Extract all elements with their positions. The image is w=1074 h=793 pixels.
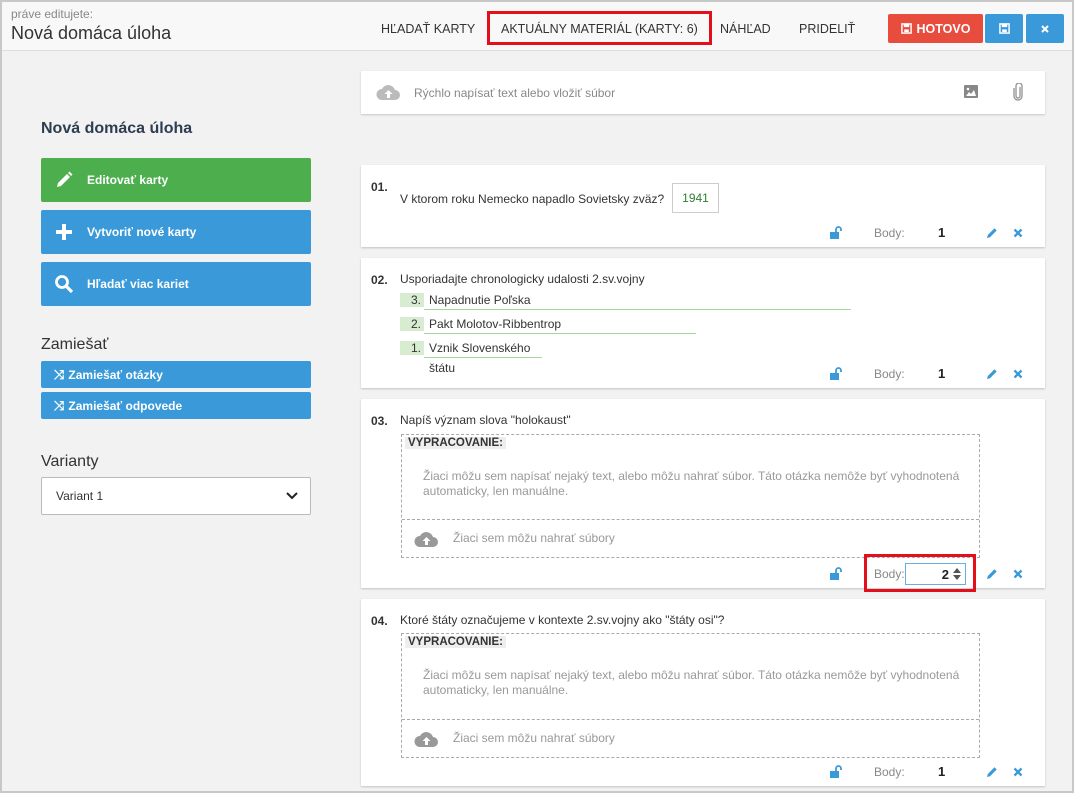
cloud-upload-icon bbox=[376, 85, 400, 100]
unlock-icon[interactable] bbox=[829, 367, 843, 381]
shuffle-answers-label: Zamiešať odpovede bbox=[68, 398, 183, 413]
card-footer: Body: 1 bbox=[361, 762, 1045, 782]
pencil-icon bbox=[41, 170, 87, 190]
upload-area[interactable]: Žiaci sem môžu nahrať súbory bbox=[402, 719, 979, 757]
essay-label: VYPRACOVANIE: bbox=[405, 437, 506, 449]
edit-cards-label: Editovať karty bbox=[87, 173, 169, 187]
close-icon bbox=[1041, 24, 1049, 33]
pencil-icon[interactable] bbox=[985, 765, 999, 779]
chevron-down-icon bbox=[286, 492, 298, 500]
create-cards-button[interactable]: Vytvoriť nové karty bbox=[41, 210, 311, 254]
cloud-upload-icon bbox=[414, 532, 438, 547]
close-icon[interactable] bbox=[1011, 367, 1025, 381]
points-value[interactable]: 1 bbox=[938, 764, 945, 779]
order-text: Pakt Molotov-Ribbentrop bbox=[424, 314, 696, 334]
variant-select[interactable]: Variant 1 bbox=[41, 477, 311, 515]
close-icon[interactable] bbox=[1011, 765, 1025, 779]
order-item[interactable]: 1. Vznik Slovenského štátu bbox=[400, 338, 542, 375]
order-number: 1. bbox=[400, 341, 424, 355]
question-number: 01. bbox=[371, 180, 388, 194]
pencil-icon[interactable] bbox=[985, 226, 999, 240]
order-text: Napadnutie Poľska bbox=[424, 290, 851, 310]
shuffle-questions-button[interactable]: ⤨ Zamiešať otázky bbox=[41, 361, 311, 388]
tab-preview[interactable]: NÁHĽAD bbox=[720, 11, 771, 45]
order-item[interactable]: 2. Pakt Molotov-Ribbentrop bbox=[400, 314, 696, 334]
points-highlight bbox=[864, 554, 976, 592]
upload-hint: Žiaci sem môžu nahrať súbory bbox=[453, 731, 615, 745]
edit-cards-button[interactable]: Editovať karty bbox=[41, 158, 311, 202]
tab-current-material[interactable]: AKTUÁLNY MATERIÁL (KARTY: 6) bbox=[487, 11, 712, 45]
points-label: Body: bbox=[874, 226, 905, 240]
close-icon[interactable] bbox=[1011, 226, 1025, 240]
question-card: 04. Ktoré štáty označujeme v kontexte 2.… bbox=[361, 599, 1045, 786]
tab-search-cards[interactable]: HĽADAŤ KARTY bbox=[381, 11, 475, 45]
unlock-icon[interactable] bbox=[829, 765, 843, 779]
done-button-label: HOTOVO bbox=[916, 21, 971, 36]
question-number: 04. bbox=[371, 614, 388, 628]
points-label: Body: bbox=[874, 367, 905, 381]
create-cards-label: Vytvoriť nové karty bbox=[87, 225, 197, 239]
variants-heading: Varianty bbox=[41, 453, 99, 470]
shuffle-answers-button[interactable]: ⤨ Zamiešať odpovede bbox=[41, 392, 311, 419]
unlock-icon[interactable] bbox=[829, 567, 843, 581]
question-card: 01. V ktorom roku Nemecko napadlo Soviet… bbox=[361, 165, 1045, 247]
quick-input[interactable]: Rýchlo napísať text alebo vložiť súbor bbox=[361, 71, 1045, 114]
top-bar: práve editujete: Nová domáca úloha HĽADA… bbox=[2, 2, 1072, 51]
essay-area[interactable]: VYPRACOVANIE: Žiaci môžu sem napísať nej… bbox=[401, 434, 980, 558]
question-text: Usporiadajte chronologicky udalosti 2.sv… bbox=[400, 272, 645, 286]
order-number: 2. bbox=[400, 317, 424, 331]
order-text: Vznik Slovenského štátu bbox=[424, 338, 542, 375]
points-label: Body: bbox=[874, 765, 905, 779]
order-item[interactable]: 3. Napadnutie Poľska bbox=[400, 290, 851, 310]
cloud-upload-icon bbox=[414, 732, 438, 747]
variant-selected-value: Variant 1 bbox=[56, 489, 104, 503]
essay-label: VYPRACOVANIE: bbox=[405, 636, 506, 648]
essay-area[interactable]: VYPRACOVANIE: Žiaci môžu sem napísať nej… bbox=[401, 633, 980, 758]
save-button[interactable] bbox=[985, 14, 1023, 43]
plus-icon bbox=[41, 223, 87, 241]
tab-assign[interactable]: PRIDELIŤ bbox=[799, 11, 855, 45]
question-text: Ktoré štáty označujeme v kontexte 2.sv.v… bbox=[400, 613, 725, 627]
image-icon[interactable] bbox=[964, 85, 978, 98]
document-title: Nová domáca úloha bbox=[11, 23, 172, 43]
card-footer: Body: 1 bbox=[361, 223, 1045, 243]
editing-label: práve editujete: bbox=[11, 7, 94, 21]
question-text: V ktorom roku Nemecko napadlo Sovietsky … bbox=[400, 192, 665, 206]
shuffle-questions-label: Zamiešať otázky bbox=[68, 367, 163, 382]
attachment-icon[interactable] bbox=[1013, 83, 1023, 101]
upload-hint: Žiaci sem môžu nahrať súbory bbox=[453, 531, 615, 545]
points-value[interactable]: 1 bbox=[938, 225, 945, 240]
search-icon bbox=[41, 274, 87, 294]
question-number: 03. bbox=[371, 414, 388, 428]
question-card: 02. Usporiadajte chronologicky udalosti … bbox=[361, 258, 1045, 388]
shuffle-icon: ⤨ bbox=[54, 366, 65, 382]
answer-box[interactable]: 1941 bbox=[672, 183, 719, 213]
question-number: 02. bbox=[371, 273, 388, 287]
essay-hint: Žiaci môžu sem napísať nejaký text, aleb… bbox=[423, 668, 960, 697]
save-icon bbox=[900, 23, 912, 34]
search-more-cards-button[interactable]: Hľadať viac kariet bbox=[41, 262, 311, 306]
done-button[interactable]: HOTOVO bbox=[888, 14, 983, 43]
shuffle-icon: ⤨ bbox=[54, 397, 65, 413]
order-number: 3. bbox=[400, 293, 424, 307]
search-more-cards-label: Hľadať viac kariet bbox=[87, 277, 189, 291]
sidebar-title: Nová domáca úloha bbox=[41, 120, 193, 137]
shuffle-heading: Zamiešať bbox=[41, 336, 109, 353]
question-text: Napíš význam slova "holokaust" bbox=[400, 413, 571, 427]
essay-hint: Žiaci môžu sem napísať nejaký text, aleb… bbox=[423, 469, 960, 498]
close-button[interactable] bbox=[1026, 14, 1064, 43]
close-icon[interactable] bbox=[1011, 567, 1025, 581]
card-footer: Body: 1 bbox=[361, 364, 1045, 384]
points-value[interactable]: 1 bbox=[938, 366, 945, 381]
quick-input-placeholder: Rýchlo napísať text alebo vložiť súbor bbox=[414, 86, 616, 100]
pencil-icon[interactable] bbox=[985, 367, 999, 381]
upload-area[interactable]: Žiaci sem môžu nahrať súbory bbox=[402, 519, 979, 557]
unlock-icon[interactable] bbox=[829, 226, 843, 240]
save-icon bbox=[998, 23, 1010, 34]
pencil-icon[interactable] bbox=[985, 567, 999, 581]
